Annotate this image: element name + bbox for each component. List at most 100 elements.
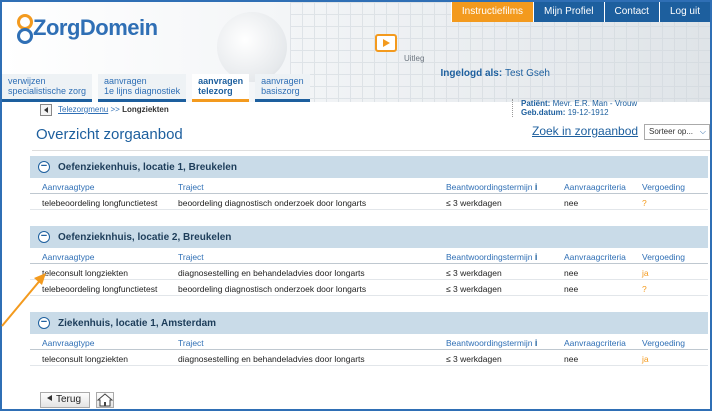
col-aanvraagtype: Aanvraagtype <box>42 338 95 348</box>
section-header[interactable]: − Oefenziekenhuis, locatie 1, Breukelen <box>30 156 708 178</box>
cell-termijn: ≤ 3 werkdagen <box>446 354 502 364</box>
main-tabs: verwijzen specialistische zorg aanvragen… <box>2 60 316 102</box>
breadcrumb: Telezorgmenu >> Longziekten <box>58 105 169 114</box>
col-beantwoordingstermijn: Beantwoordingstermijn i <box>446 182 538 192</box>
back-triangle-icon <box>47 395 52 401</box>
col-aanvraagcriteria: Aanvraagcriteria <box>564 252 626 262</box>
col-aanvraagtype: Aanvraagtype <box>42 182 95 192</box>
cell-criteria: nee <box>564 354 579 364</box>
tab-aanvragen-basiszorg[interactable]: aanvragen basiszorg <box>255 74 310 102</box>
col-vergoeding: Vergoeding <box>642 338 686 348</box>
col-aanvraagcriteria: Aanvraagcriteria <box>564 338 626 348</box>
nav-mijn-profiel[interactable]: Mijn Profiel <box>533 2 604 22</box>
cell-vergoeding[interactable]: ja <box>642 268 649 278</box>
top-nav: Instructiefilms Mijn Profiel Contact Log… <box>450 2 710 22</box>
tab-line1: aanvragen <box>104 76 147 86</box>
patient-dob-label: Geb.datum: <box>521 108 566 117</box>
table-row[interactable]: telebeoordeling longfunctietest beoordel… <box>30 194 708 210</box>
page-title: Overzicht zorgaanbod <box>36 126 183 143</box>
provider-section: − Ziekenhuis, locatie 1, Amsterdam Aanvr… <box>30 312 708 366</box>
nav-contact[interactable]: Contact <box>603 2 659 22</box>
cell-criteria: nee <box>564 268 579 278</box>
col-vergoeding: Vergoeding <box>642 182 686 192</box>
col-traject: Traject <box>178 182 204 192</box>
breadcrumb-current: Longziekten <box>122 105 169 114</box>
patient-dob: 19-12-1912 <box>567 108 609 117</box>
cell-vergoeding[interactable]: ja <box>642 354 649 364</box>
col-aanvraagtype: Aanvraagtype <box>42 252 95 262</box>
nav-instructiefilms[interactable]: Instructiefilms <box>450 2 534 22</box>
tab-line2: basiszorg <box>261 86 300 96</box>
column-header-row: Aanvraagtype Traject Beantwoordingstermi… <box>30 248 708 264</box>
collapse-icon[interactable]: − <box>38 231 50 243</box>
col-aanvraagcriteria: Aanvraagcriteria <box>564 182 626 192</box>
annotation-arrow-icon <box>1 273 46 327</box>
table-row[interactable]: teleconsult longziekten diagnosestelling… <box>30 264 708 280</box>
logged-in-user: Test Gseh <box>504 68 550 79</box>
cell-vergoeding[interactable]: ? <box>642 284 647 294</box>
section-title: Oefenzieknhuis, locatie 2, Breukelen <box>58 231 232 243</box>
section-title: Oefenziekenhuis, locatie 1, Breukelen <box>58 161 237 173</box>
column-header-row: Aanvraagtype Traject Beantwoordingstermi… <box>30 334 708 350</box>
info-icon[interactable]: i <box>535 182 538 192</box>
back-arrow-icon[interactable] <box>40 104 52 116</box>
cell-vergoeding[interactable]: ? <box>642 198 647 208</box>
breadcrumb-separator: >> <box>110 105 120 114</box>
patient-info: Patiënt: Mevr. E.R. Man - Vrouw Geb.datu… <box>512 99 637 117</box>
cell-traject: beoordeling diagnostisch onderzoek door … <box>178 198 367 208</box>
col-beantwoordingstermijn: Beantwoordingstermijn i <box>446 338 538 348</box>
section-header[interactable]: − Ziekenhuis, locatie 1, Amsterdam <box>30 312 708 334</box>
provider-section: − Oefenziekenhuis, locatie 1, Breukelen … <box>30 156 708 210</box>
tab-verwijzen-specialistische-zorg[interactable]: verwijzen specialistische zorg <box>2 74 93 102</box>
info-icon[interactable]: i <box>535 338 538 348</box>
cell-aanvraagtype: teleconsult longziekten <box>42 354 129 364</box>
home-icon <box>96 393 114 407</box>
logo-text: ZorgDomein <box>33 15 158 40</box>
cell-criteria: nee <box>564 198 579 208</box>
back-button-label: Terug <box>56 394 82 405</box>
cell-termijn: ≤ 3 werkdagen <box>446 198 502 208</box>
back-button[interactable]: Terug <box>40 392 91 408</box>
logged-in-label: Ingelogd als: <box>440 68 503 79</box>
section-header[interactable]: − Oefenzieknhuis, locatie 2, Breukelen <box>30 226 708 248</box>
col-vergoeding: Vergoeding <box>642 252 686 262</box>
logged-in-info: Ingelogd als: Test Gseh <box>441 68 550 79</box>
col-traject: Traject <box>178 252 204 262</box>
col-traject: Traject <box>178 338 204 348</box>
cell-traject: beoordeling diagnostisch onderzoek door … <box>178 284 367 294</box>
table-row[interactable]: telebeoordeling longfunctietest beoordel… <box>30 280 708 296</box>
cell-traject: diagnosestelling en behandeladvies door … <box>178 268 365 278</box>
chevron-down-icon: ⌵ <box>699 127 706 136</box>
sort-placeholder: Sorteer op... <box>649 127 694 136</box>
sort-select[interactable]: Sorteer op... ⌵ <box>644 124 710 140</box>
provider-section: − Oefenzieknhuis, locatie 2, Breukelen A… <box>30 226 708 296</box>
search-zorgaanbod-link[interactable]: Zoek in zorgaanbod <box>532 124 638 138</box>
tab-line1: verwijzen <box>8 76 46 86</box>
cell-criteria: nee <box>564 284 579 294</box>
cell-traject: diagnosestelling en behandeladvies door … <box>178 354 365 364</box>
zorgdomein-logo[interactable]: ZorgDomein <box>16 14 158 44</box>
logo-mark-icon <box>16 14 33 44</box>
tab-aanvragen-diagnostiek[interactable]: aanvragen 1e lijns diagnostiek <box>98 74 187 102</box>
nav-log-uit[interactable]: Log uit <box>658 2 710 22</box>
home-button[interactable] <box>96 392 114 408</box>
section-title: Ziekenhuis, locatie 1, Amsterdam <box>58 317 217 329</box>
cell-termijn: ≤ 3 werkdagen <box>446 268 502 278</box>
cell-aanvraagtype: telebeoordeling longfunctietest <box>42 198 158 208</box>
patient-name: Mevr. E.R. Man - Vrouw <box>552 99 638 108</box>
play-video-icon[interactable] <box>375 34 397 52</box>
breadcrumb-link-telezorgmenu[interactable]: Telezorgmenu <box>58 105 108 114</box>
column-header-row: Aanvraagtype Traject Beantwoordingstermi… <box>30 178 708 194</box>
tab-line2: 1e lijns diagnostiek <box>104 86 181 96</box>
collapse-icon[interactable]: − <box>38 161 50 173</box>
tab-aanvragen-telezorg[interactable]: aanvragen telezorg <box>192 74 250 102</box>
tab-line2: specialistische zorg <box>8 86 87 96</box>
tab-line1: aanvragen <box>198 76 244 86</box>
info-icon[interactable]: i <box>535 252 538 262</box>
uitleg-label: Uitleg <box>404 54 425 63</box>
cell-termijn: ≤ 3 werkdagen <box>446 284 502 294</box>
divider <box>32 150 710 151</box>
tab-line1: aanvragen <box>261 76 304 86</box>
table-row[interactable]: teleconsult longziekten diagnosestelling… <box>30 350 708 366</box>
patient-label: Patiënt: <box>521 99 551 108</box>
